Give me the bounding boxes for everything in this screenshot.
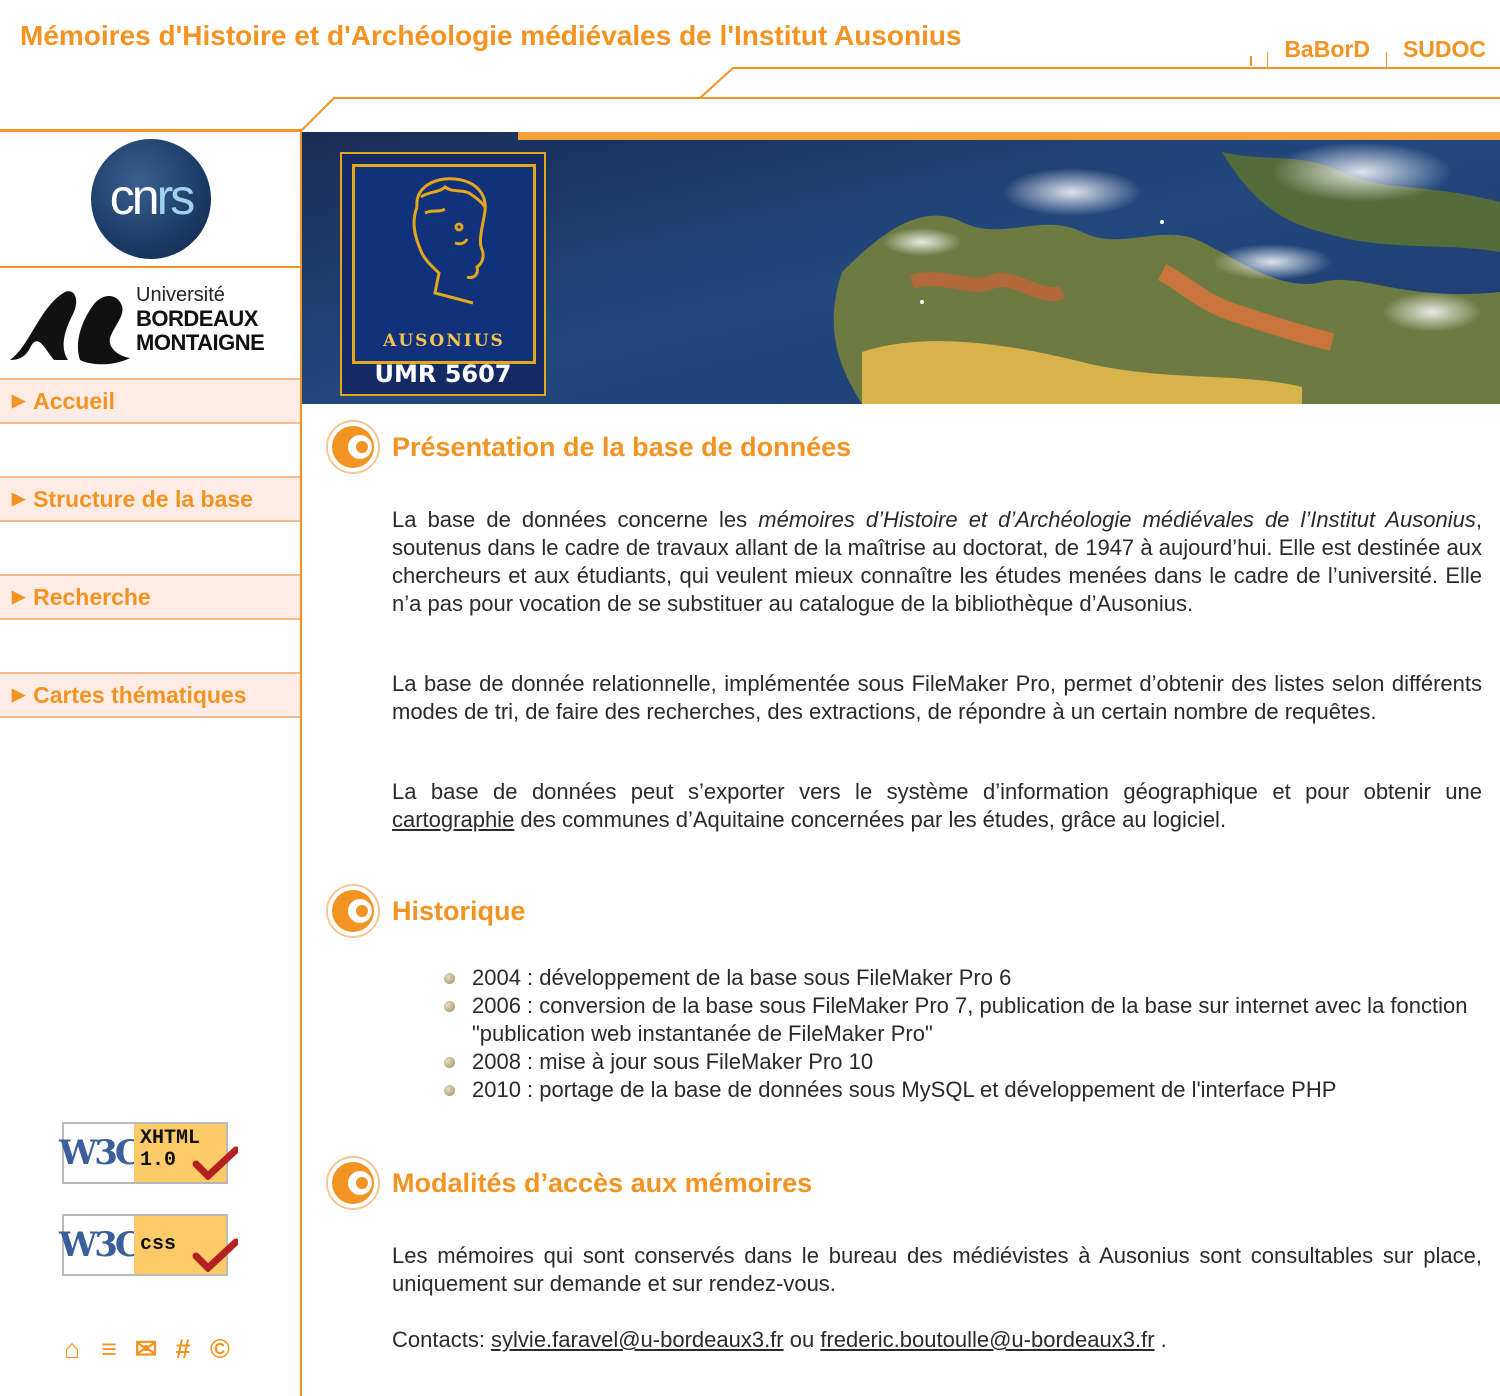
arrow-right-icon: ▶ xyxy=(12,391,26,410)
bullet-icon xyxy=(444,973,455,984)
nav-recherche[interactable]: ▶ Recherche xyxy=(0,574,300,620)
list-item: 2004 : développement de la base sous Fil… xyxy=(444,964,1484,992)
university-name: Université BORDEAUX MONTAIGNE xyxy=(136,284,265,355)
roman-head-icon xyxy=(412,177,487,305)
nav-label: Structure de la base xyxy=(33,485,253,512)
hash-icon[interactable]: # xyxy=(169,1334,197,1365)
list-item: 2006 : conversion de la base sous FileMa… xyxy=(444,992,1484,1048)
list-item: 2010 : portage de la base de données sou… xyxy=(444,1076,1484,1104)
email-link-boutoulle[interactable]: frederic.boutoulle@u-bordeaux3.fr xyxy=(820,1327,1154,1352)
historique-list: 2004 : développement de la base sous Fil… xyxy=(444,964,1484,1104)
link-separator xyxy=(1385,51,1387,68)
section-header-historique: Historique xyxy=(326,884,526,938)
link-separator xyxy=(1267,51,1269,68)
bullet-icon xyxy=(444,1085,455,1096)
arrow-right-icon: ▶ xyxy=(12,587,26,606)
sudoc-link[interactable]: SUDOC xyxy=(1403,36,1486,63)
copyright-icon[interactable]: © xyxy=(206,1334,234,1365)
ausonius-name: AUSONIUS xyxy=(383,331,505,351)
email-link-faravel[interactable]: sylvie.faravel@u-bordeaux3.fr xyxy=(491,1327,784,1352)
w3c-logo: W3C xyxy=(59,1216,142,1274)
section-bullet-icon xyxy=(326,884,380,938)
arrow-right-icon: ▶ xyxy=(12,489,26,508)
bullet-icon xyxy=(444,1001,455,1012)
university-logo-box: Université BORDEAUX MONTAIGNE xyxy=(0,268,300,380)
section-title: Présentation de la base de données xyxy=(392,431,852,462)
section-title: Historique xyxy=(392,895,526,926)
checkmark-icon xyxy=(192,1238,238,1272)
presentation-paragraph-2: La base de donnée relationnelle, impléme… xyxy=(392,671,1482,724)
section-header-acces: Modalités d’accès aux mémoires xyxy=(326,1156,812,1210)
top-links: BaBorD SUDOC xyxy=(1251,36,1486,68)
presentation-paragraph-1: La base de données concerne les mémoires… xyxy=(392,507,1483,616)
w3c-logo: W3C xyxy=(59,1124,142,1182)
sidebar: cnrs Université BORDEAUX MONTAIGNE ▶ Acc… xyxy=(0,130,302,1396)
nav-structure[interactable]: ▶ Structure de la base xyxy=(0,476,300,522)
section-bullet-icon xyxy=(326,420,380,474)
bullet-icon xyxy=(444,1057,455,1068)
home-icon[interactable]: ⌂ xyxy=(58,1334,86,1365)
nav-label: Recherche xyxy=(33,583,151,610)
presentation-paragraph-3: La base de données peut s’exporter vers … xyxy=(392,779,1482,832)
nav-label: Accueil xyxy=(33,387,115,414)
w3c-xhtml-badge[interactable]: W3C XHTML 1.0 xyxy=(59,1122,238,1184)
nav-label: Cartes thématiques xyxy=(33,681,247,708)
cartographie-link[interactable]: cartographie xyxy=(392,807,514,832)
section-bullet-icon xyxy=(326,1156,380,1210)
list-item: 2008 : mise à jour sous FileMaker Pro 10 xyxy=(444,1048,1484,1076)
babord-link[interactable]: BaBorD xyxy=(1284,36,1370,63)
cnrs-logo[interactable]: cnrs xyxy=(91,139,211,259)
arrow-right-icon: ▶ xyxy=(12,685,26,704)
section-header-presentation: Présentation de la base de données xyxy=(326,420,851,474)
umr-label: UMR 5607 xyxy=(374,360,512,388)
section-title: Modalités d’accès aux mémoires xyxy=(392,1167,813,1198)
acces-paragraph: Les mémoires qui sont conservés dans le … xyxy=(392,1243,1482,1296)
header-banner: AUSONIUS UMR 5607 xyxy=(302,132,1500,404)
printer-icon[interactable]: ≡ xyxy=(95,1334,123,1365)
checkmark-icon xyxy=(192,1146,238,1180)
mail-icon[interactable]: ✉ xyxy=(132,1334,160,1365)
w3c-css-badge[interactable]: W3C css xyxy=(59,1214,238,1276)
header-decoration xyxy=(0,56,1500,131)
nav-accueil[interactable]: ▶ Accueil xyxy=(0,378,300,424)
contacts-line: Contacts: sylvie.faravel@u-bordeaux3.fr … xyxy=(392,1327,1167,1352)
cnrs-logo-box: cnrs xyxy=(0,130,300,268)
footer-icons: ⌂ ≡ ✉ # © xyxy=(58,1334,234,1365)
nav-cartes[interactable]: ▶ Cartes thématiques xyxy=(0,672,300,718)
ausonius-logo[interactable]: AUSONIUS UMR 5607 xyxy=(340,152,546,396)
